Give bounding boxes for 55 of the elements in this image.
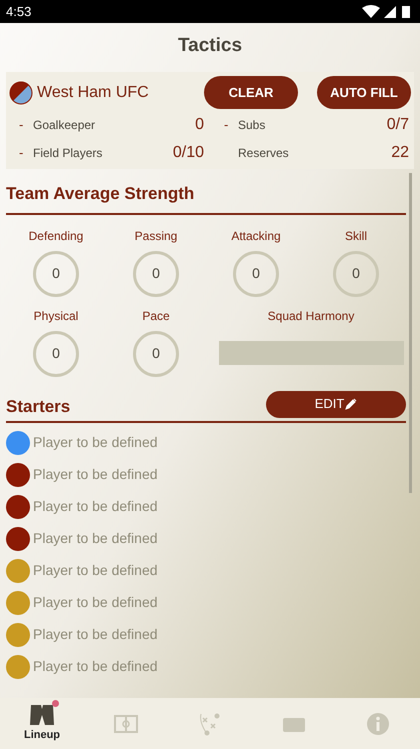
section-heading: Starters <box>6 396 72 418</box>
player-row[interactable]: Player to be defined <box>6 458 406 490</box>
count-value: 0 <box>195 115 204 135</box>
stat-value: 0 <box>52 264 60 283</box>
pencil-icon <box>345 398 358 410</box>
section-heading: Team Average Strength <box>6 181 406 214</box>
clear-button[interactable]: CLEAR <box>204 76 298 109</box>
stat-label: Skill <box>344 228 367 244</box>
shorts-icon <box>29 703 55 728</box>
bullet-dash: - <box>224 116 230 134</box>
stat-label: Defending <box>28 228 84 244</box>
player-name: Player to be defined <box>33 465 158 484</box>
stat-value: 0 <box>52 344 60 363</box>
player-row[interactable]: Player to be defined <box>6 522 406 554</box>
auto-fill-button[interactable]: AUTO FILL <box>317 76 411 109</box>
stat-value: 0 <box>352 264 360 283</box>
player-name: Player to be defined <box>33 625 158 644</box>
stat-label: Physical <box>34 308 78 324</box>
player-row[interactable]: Player to be defined <box>6 650 406 682</box>
count-value: 22 <box>391 143 409 163</box>
player-name: Player to be defined <box>33 529 158 548</box>
pitch-icon <box>114 714 138 732</box>
team-name: West Ham UFC <box>37 82 150 102</box>
player-name: Player to be defined <box>33 497 158 516</box>
player-row[interactable]: Player to be defined <box>6 490 406 522</box>
tactics-icon <box>198 712 222 736</box>
bullet-dash: - <box>19 116 24 134</box>
stat-label: Attacking <box>231 228 281 244</box>
count-value: 0/10 <box>172 143 204 163</box>
player-name: Player to be defined <box>33 561 158 580</box>
count-label: Reserves <box>238 145 290 162</box>
player-row[interactable]: Player to be defined <box>6 618 406 650</box>
status-time: 4:53 <box>6 2 32 21</box>
count-label: Field Players <box>33 145 104 162</box>
player-row[interactable]: Player to be defined <box>6 554 406 586</box>
player-name: Player to be defined <box>33 433 158 452</box>
stat-value: 0 <box>152 344 160 363</box>
stat-label: Pace <box>142 308 170 324</box>
count-label: Goalkeeper <box>33 117 96 134</box>
team-crest-icon <box>9 80 33 104</box>
player-name: Player to be defined <box>33 657 158 676</box>
bullet-dash: - <box>19 144 24 162</box>
stat-value: 0 <box>252 264 260 283</box>
count-label: Subs <box>238 117 266 134</box>
edit-button[interactable]: EDIT <box>266 390 406 418</box>
player-row[interactable]: Player to be defined <box>6 586 406 618</box>
stat-label: Squad Harmony <box>268 308 354 324</box>
page-title: Tactics <box>178 34 242 58</box>
stat-label: Passing <box>134 228 178 244</box>
player-name: Player to be defined <box>33 593 158 612</box>
player-row[interactable]: Player to be defined <box>6 426 406 458</box>
stat-value: 0 <box>152 264 160 283</box>
info-icon <box>366 712 390 736</box>
nav-tab[interactable]: Lineup <box>0 698 84 749</box>
count-value: 0/7 <box>386 115 409 135</box>
